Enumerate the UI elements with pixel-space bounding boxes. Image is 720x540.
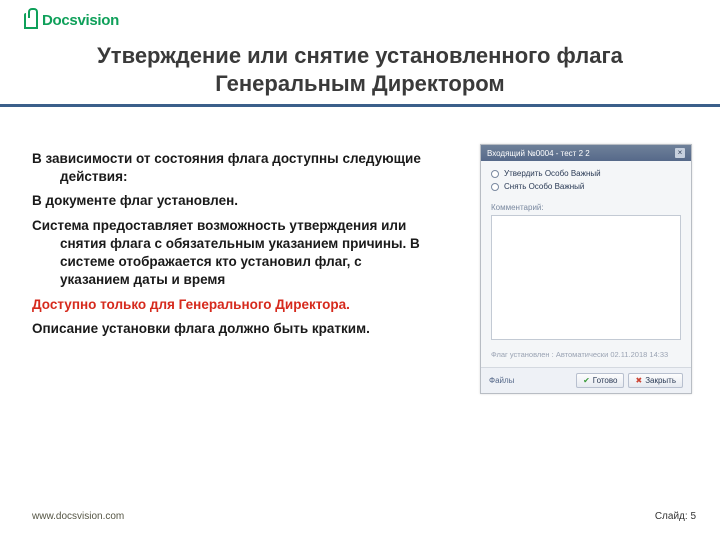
logo-text: Docsvision [42, 12, 119, 29]
slide-label: Слайд: [655, 511, 688, 522]
radio-approve[interactable]: Утвердить Особо Важный [491, 169, 681, 178]
slide-title: Утверждение или снятие установленного фл… [0, 42, 720, 97]
radio-remove-label: Снять Особо Важный [504, 182, 584, 191]
title-line-1: Утверждение или снятие установленного фл… [97, 43, 623, 68]
para-3: Система предоставляет возможность утверж… [32, 217, 432, 290]
para-1: В зависимости от состояния флага доступн… [32, 150, 432, 186]
comment-textarea[interactable] [491, 215, 681, 340]
ok-button[interactable]: ✔ Готово [576, 373, 624, 388]
paperclip-icon [24, 13, 38, 29]
dialog-titlebar: Входящий №0004 - тест 2 2 × [481, 145, 691, 161]
logo: Docsvision [24, 12, 119, 29]
dialog-title-text: Входящий №0004 - тест 2 2 [487, 149, 590, 158]
para-4-warning: Доступно только для Генерального Директо… [32, 296, 432, 314]
radio-remove[interactable]: Снять Особо Важный [491, 182, 681, 191]
title-divider [0, 104, 720, 107]
files-link[interactable]: Файлы [489, 376, 514, 385]
dialog-buttons: ✔ Готово ✖ Закрыть [576, 373, 683, 388]
slide-number: 5 [690, 511, 696, 522]
ok-button-label: Готово [593, 376, 618, 385]
title-line-2: Генеральным Директором [215, 71, 504, 96]
comment-label: Комментарий: [491, 203, 681, 212]
close-icon[interactable]: × [675, 148, 685, 158]
dialog-footer: Файлы ✔ Готово ✖ Закрыть [481, 367, 691, 393]
body-text: В зависимости от состояния флага доступн… [32, 150, 432, 344]
footer-url: www.docsvision.com [32, 511, 124, 522]
radio-approve-label: Утвердить Особо Важный [504, 169, 601, 178]
footer-slide: Слайд: 5 [655, 511, 696, 522]
para-5: Описание установки флага должно быть кра… [32, 320, 432, 338]
cancel-button-label: Закрыть [645, 376, 676, 385]
dialog-window: Входящий №0004 - тест 2 2 × Утвердить Ос… [480, 144, 692, 394]
close-icon: ✖ [635, 376, 642, 385]
dialog-body: Утвердить Особо Важный Снять Особо Важны… [481, 161, 691, 367]
para-2: В документе флаг установлен. [32, 192, 432, 210]
check-icon: ✔ [583, 376, 590, 385]
radio-icon [491, 170, 499, 178]
radio-icon [491, 183, 499, 191]
cancel-button[interactable]: ✖ Закрыть [628, 373, 683, 388]
flag-meta-text: Флаг установлен : Автоматически 02.11.20… [491, 350, 681, 359]
